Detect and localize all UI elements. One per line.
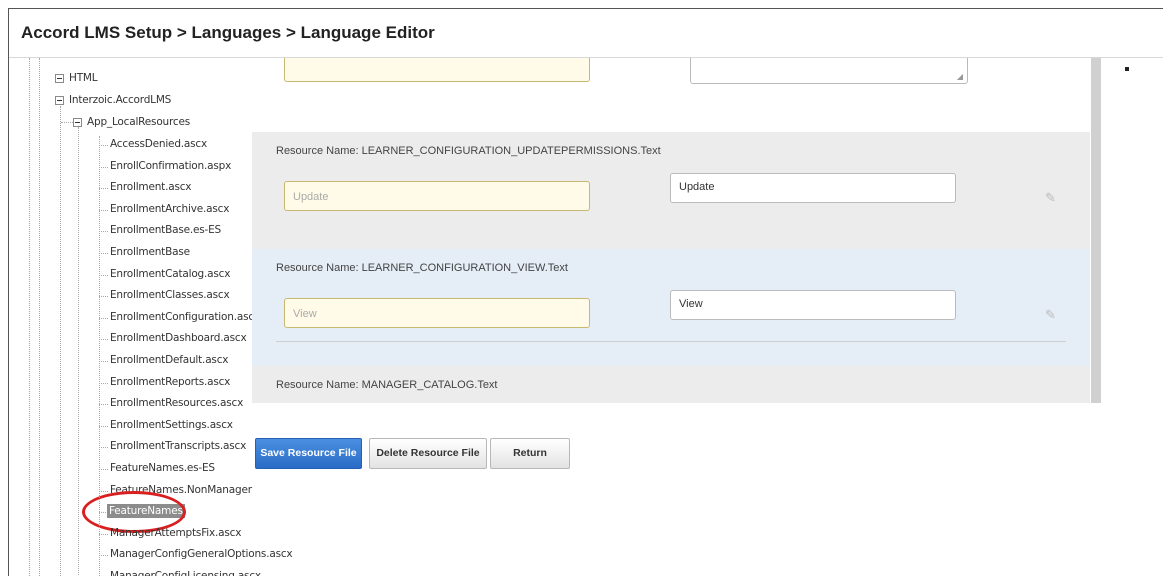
- tree-connector: [99, 447, 108, 449]
- value-field[interactable]: View: [670, 290, 956, 320]
- tree-file[interactable]: EnrollmentClasses.ascx: [110, 289, 230, 301]
- tree-file[interactable]: EnrollmentCatalog.ascx: [110, 268, 230, 280]
- edit-pencil-icon[interactable]: ✎: [1045, 308, 1059, 322]
- tree-connector: [99, 188, 108, 190]
- tree-file[interactable]: EnrollmentDashboard.ascx: [110, 332, 247, 344]
- tree-connector: [99, 209, 108, 211]
- tree-file[interactable]: EnrollmentDefault.ascx: [110, 354, 228, 366]
- tree-connector: [99, 166, 108, 168]
- resize-grip-icon[interactable]: ◢: [957, 72, 963, 81]
- tree-guide-line: [29, 58, 30, 576]
- page-title: Accord LMS Setup > Languages > Language …: [21, 23, 435, 42]
- resource-name-label: Resource Name: MANAGER_CATALOG.Text: [276, 379, 498, 391]
- tree-toggle-icon[interactable]: [55, 74, 64, 83]
- tree-toggle-icon[interactable]: [73, 118, 82, 127]
- tree-file[interactable]: ManagerAttemptsFix.ascx: [110, 527, 241, 539]
- section-divider: [276, 341, 1066, 342]
- tree-connector: [99, 469, 108, 470]
- tree-connector: [99, 296, 108, 298]
- tree-connector: [99, 274, 108, 276]
- tree-file[interactable]: Enrollment.ascx: [110, 181, 192, 193]
- tree-file[interactable]: EnrollmentConfiguration.ascx: [110, 311, 260, 323]
- edit-pencil-icon[interactable]: ✎: [1045, 191, 1059, 205]
- tree-file[interactable]: EnrollmentBase.es-ES: [110, 224, 221, 236]
- tree-node[interactable]: HTML: [69, 72, 98, 84]
- tree-connector: [99, 317, 108, 319]
- tree-connector: [99, 253, 108, 254]
- tree-folder-node[interactable]: App_LocalResources: [87, 116, 190, 128]
- tree-connector: [99, 231, 108, 233]
- tree-connector: [61, 122, 73, 123]
- tree-file[interactable]: AccessDenied.ascx: [110, 138, 207, 150]
- tree-node[interactable]: Interzoic.AccordLMS: [69, 94, 171, 106]
- tree-guide-line: [99, 136, 100, 576]
- resource-name-label: Resource Name: LEARNER_CONFIGURATION_VIE…: [276, 262, 568, 274]
- tree-file[interactable]: EnrollmentReports.ascx: [110, 376, 230, 388]
- tree-file[interactable]: EnrollmentBase: [110, 246, 190, 258]
- resource-section: Resource Name: MANAGER_CATALOG.Text: [252, 366, 1090, 403]
- tree-connector: [99, 490, 108, 492]
- tree-guide-line: [78, 127, 79, 576]
- resource-tree: HTML Interzoic.AccordLMS App_LocalResource…: [9, 58, 293, 576]
- default-value-field[interactable]: [284, 58, 590, 82]
- default-value-field[interactable]: View: [284, 298, 590, 328]
- language-editor-frame: Accord LMS Setup > Languages > Language …: [8, 8, 1163, 576]
- tree-file[interactable]: EnrollmentSettings.ascx: [110, 419, 233, 431]
- tree-guide-line: [39, 58, 40, 576]
- tree-connector: [99, 425, 108, 427]
- delete-resource-file-button[interactable]: Delete Resource File: [369, 438, 487, 469]
- panel-scrollbar[interactable]: [1091, 58, 1101, 403]
- tree-connector: [99, 339, 108, 341]
- resource-section: Resource Name: LEARNER_CONFIGURATION_UPD…: [252, 132, 1090, 249]
- tree-file[interactable]: EnrollConfirmation.aspx: [110, 160, 231, 172]
- save-resource-file-button[interactable]: Save Resource File: [255, 438, 362, 469]
- tree-file[interactable]: EnrollmentResources.ascx: [110, 397, 243, 409]
- resource-name-label: Resource Name: LEARNER_CONFIGURATION_UPD…: [276, 145, 661, 157]
- tree-file[interactable]: ManagerConfigGeneralOptions.ascx: [110, 548, 293, 560]
- tree-connector: [99, 382, 108, 384]
- return-button[interactable]: Return: [490, 438, 570, 469]
- tree-file[interactable]: EnrollmentArchive.ascx: [110, 203, 229, 215]
- tree-connector: [99, 361, 108, 362]
- tree-toggle-icon[interactable]: [55, 96, 64, 105]
- resource-section: Resource Name: LEARNER_CONFIGURATION_VIE…: [252, 249, 1090, 366]
- scroll-top-marker: [1125, 67, 1129, 71]
- tree-connector: [99, 555, 108, 557]
- tree-file[interactable]: FeatureNames.es-ES: [110, 462, 215, 474]
- tree-connector: [99, 145, 108, 146]
- tree-connector: [99, 533, 108, 535]
- tree-file[interactable]: EnrollmentTranscripts.ascx: [110, 440, 246, 452]
- tree-connector: [99, 404, 108, 406]
- tree-guide-line: [60, 106, 61, 576]
- resource-editor-panel: ◢ Resource Name: LEARNER_CONFIGURATION_U…: [252, 58, 1090, 403]
- default-value-field[interactable]: Update: [284, 181, 590, 211]
- tree-file[interactable]: ManagerConfigLicensing.ascx: [110, 570, 261, 576]
- value-field[interactable]: Update: [670, 173, 956, 203]
- resource-section-partial: ◢: [252, 58, 1090, 132]
- value-textarea[interactable]: ◢: [690, 58, 968, 84]
